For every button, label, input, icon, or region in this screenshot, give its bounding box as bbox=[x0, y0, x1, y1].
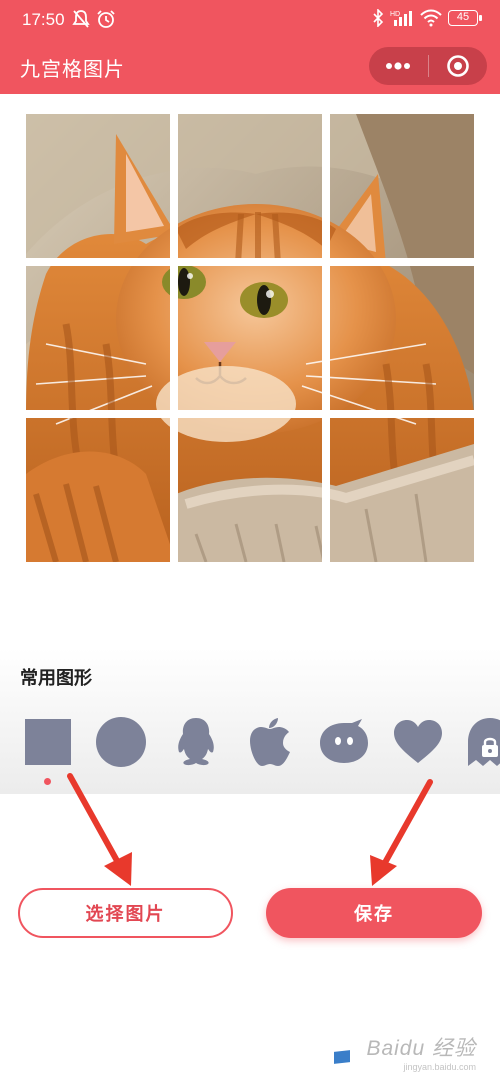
shapes-panel: 常用图形 bbox=[0, 648, 500, 794]
app-header: 17:50 HD 45 九宫格图片 bbox=[0, 0, 500, 94]
cat-photo-slice bbox=[26, 114, 170, 258]
chat-bubble-icon bbox=[320, 719, 368, 763]
battery-icon: 45 bbox=[448, 10, 482, 26]
heart-icon bbox=[394, 720, 442, 763]
page-title: 九宫格图片 bbox=[20, 57, 125, 81]
save-button[interactable]: 保存 bbox=[266, 888, 482, 938]
cat-photo-slice bbox=[330, 418, 474, 562]
shape-option-apple[interactable] bbox=[244, 716, 296, 768]
lock-icon bbox=[482, 737, 498, 757]
grid-tile bbox=[178, 266, 322, 410]
alarm-icon bbox=[97, 10, 115, 28]
cat-photo-slice bbox=[330, 266, 474, 410]
mini-program-capsule bbox=[369, 47, 487, 85]
status-bar: 17:50 HD 45 bbox=[0, 0, 500, 40]
grid-tile bbox=[330, 266, 474, 410]
close-mini-program-button[interactable] bbox=[429, 47, 488, 85]
grid-tile bbox=[178, 418, 322, 562]
shape-option-ghost-locked[interactable] bbox=[464, 716, 500, 768]
selected-indicator-dot bbox=[44, 778, 51, 785]
grid-tile bbox=[26, 266, 170, 410]
target-circle-icon bbox=[446, 55, 469, 77]
small-flag-mark bbox=[334, 1050, 350, 1064]
network-label: HD bbox=[390, 11, 400, 18]
status-notification-icons bbox=[72, 9, 116, 29]
shape-option-chat-bubble[interactable] bbox=[318, 716, 370, 768]
nine-grid-preview[interactable] bbox=[26, 114, 474, 562]
circle-icon bbox=[96, 717, 146, 767]
qq-penguin-icon bbox=[178, 718, 214, 766]
cat-photo-slice bbox=[178, 266, 322, 410]
baidu-watermark: Baidu 经验 bbox=[366, 1037, 476, 1060]
battery-level: 45 bbox=[456, 11, 470, 23]
grid-tile bbox=[26, 418, 170, 562]
cat-photo-slice bbox=[178, 114, 322, 258]
shape-option-square[interactable] bbox=[22, 716, 74, 768]
shape-option-qq-penguin[interactable] bbox=[170, 716, 222, 768]
cat-photo-slice bbox=[330, 114, 474, 258]
mute-bell-icon bbox=[72, 10, 90, 28]
shapes-section-title: 常用图形 bbox=[20, 668, 92, 689]
grid-tile bbox=[330, 418, 474, 562]
status-system-icons: HD 45 bbox=[372, 9, 482, 27]
select-image-button[interactable]: 选择图片 bbox=[18, 888, 233, 938]
shape-option-heart[interactable] bbox=[392, 716, 444, 768]
apple-icon bbox=[250, 718, 290, 766]
more-button[interactable] bbox=[369, 47, 428, 85]
grid-tile bbox=[26, 114, 170, 258]
cat-photo-slice bbox=[26, 418, 170, 562]
more-dots-icon bbox=[386, 62, 411, 70]
status-time: 17:50 bbox=[22, 10, 65, 29]
arrow-to-save-button bbox=[370, 779, 433, 886]
bluetooth-icon bbox=[373, 9, 384, 27]
square-icon bbox=[25, 719, 71, 765]
cellular-signal-icon: HD bbox=[390, 11, 412, 26]
cat-photo-slice bbox=[178, 418, 322, 562]
wifi-icon bbox=[420, 9, 442, 27]
shape-option-circle[interactable] bbox=[95, 716, 147, 768]
cat-photo-slice bbox=[26, 266, 170, 410]
grid-tile bbox=[330, 114, 474, 258]
baidu-watermark-url: jingyan.baidu.com bbox=[403, 1062, 476, 1072]
grid-tile bbox=[178, 114, 322, 258]
